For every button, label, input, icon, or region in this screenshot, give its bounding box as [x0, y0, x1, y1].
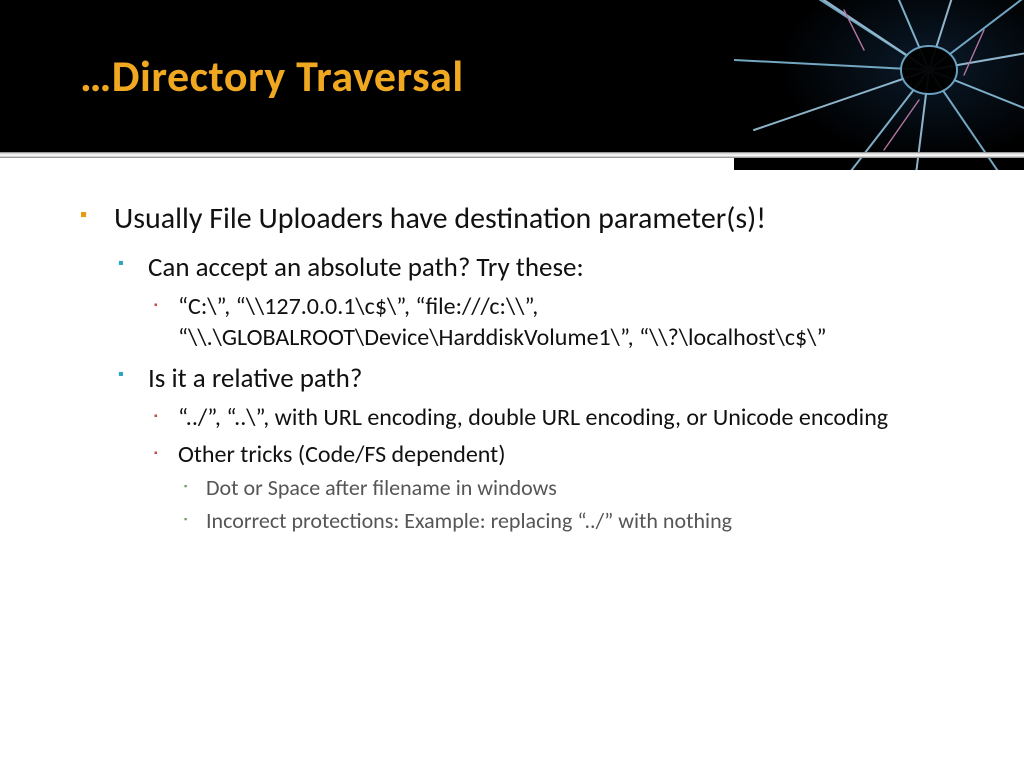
bullet-l4: Incorrect protections: Example: replacin…: [178, 507, 964, 536]
slide-body: Usually File Uploaders have destination …: [0, 152, 1024, 536]
bullet-text: Dot or Space after filename in windows: [206, 474, 557, 501]
bullet-l3: Other tricks (Code/FS dependent) Dot or …: [148, 439, 964, 535]
bullet-l3: “C:\”, “\\127.0.0.1\c$\”, “file:///c:\\”…: [148, 291, 964, 353]
bullet-text: Is it a relative path?: [148, 362, 362, 395]
bullet-text: Can accept an absolute path? Try these:: [148, 251, 584, 284]
bullet-text: Incorrect protections: Example: replacin…: [206, 507, 732, 534]
bullet-l2: Is it a relative path? “../”, “..\”, wit…: [114, 361, 964, 536]
bullet-l3: “../”, “..\”, with URL encoding, double …: [148, 402, 964, 433]
bullet-l1: Usually File Uploaders have destination …: [80, 200, 964, 536]
bullet-text: Usually File Uploaders have destination …: [114, 200, 766, 237]
slide-header: …Directory Traversal: [0, 0, 1024, 152]
broken-glass-icon: [734, 0, 1024, 170]
slide: …Directory Traversal: [0, 0, 1024, 768]
bullet-l2: Can accept an absolute path? Try these: …: [114, 250, 964, 353]
bullet-text: Other tricks (Code/FS dependent): [178, 440, 506, 469]
bullet-l4: Dot or Space after filename in windows: [178, 474, 964, 503]
header-divider: [0, 152, 1024, 158]
bullet-text: “../”, “..\”, with URL encoding, double …: [178, 403, 888, 432]
slide-title: …Directory Traversal: [80, 49, 464, 103]
bullet-text: “C:\”, “\\127.0.0.1\c$\”, “file:///c:\\”…: [178, 292, 826, 352]
